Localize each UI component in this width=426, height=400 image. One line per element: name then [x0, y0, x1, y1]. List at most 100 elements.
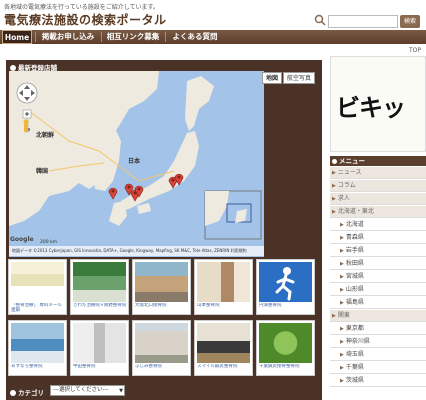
facility-card[interactable]: あすなろ整骨院 — [8, 320, 67, 376]
menu-item-chiba[interactable]: ▶ 千葉県 — [330, 362, 426, 374]
pegman-icon[interactable] — [22, 119, 30, 133]
chevron-right-icon: ▶ — [340, 248, 344, 254]
facility-photo — [135, 262, 188, 302]
menu-item-jobs[interactable]: ▶ 求人 — [330, 193, 426, 205]
facility-name[interactable]: 「整骨治療」 専科メール連鎖 — [11, 303, 65, 314]
facility-photo — [197, 323, 250, 363]
facility-name[interactable]: スマイル鍼灸整骨院 — [197, 364, 251, 375]
category-select-value: ---選択してください--- — [53, 387, 109, 393]
facility-card[interactable]: スマイル鍼灸整骨院 — [194, 320, 253, 376]
menu-item-yamagata[interactable]: ▶ 山形県 — [330, 284, 426, 296]
menu-item-label: 山形県 — [345, 286, 364, 293]
chevron-right-icon: ▶ — [340, 365, 344, 371]
menu-item-label: 宮城県 — [345, 273, 364, 280]
menu-item-iwate[interactable]: ▶ 岩手県 — [330, 245, 426, 257]
menu-item-label: 埼玉県 — [345, 351, 364, 358]
menu-header: メニュー — [330, 156, 426, 166]
map-marker-icon[interactable] — [174, 172, 184, 186]
chevron-right-icon: ▶ — [332, 170, 336, 176]
facility-card[interactable]: 大阪北口接骨院 — [132, 259, 191, 315]
google-logo: Google — [10, 236, 34, 243]
chevron-right-icon: ▶ — [340, 261, 344, 267]
facility-name[interactable]: ふじみ整骨院 — [135, 364, 189, 375]
search-input[interactable] — [328, 15, 398, 28]
nav-home[interactable]: Home — [2, 30, 32, 44]
nav-divider — [101, 32, 102, 42]
satellite-view-button[interactable]: 航空写真 — [283, 72, 315, 84]
nav-divider — [165, 32, 166, 42]
facility-card[interactable]: 千葉鍼灸接骨整骨院 — [256, 320, 315, 376]
facility-photo — [197, 262, 250, 302]
facility-name[interactable]: 大阪北口接骨院 — [135, 303, 189, 314]
page: 各地域の電気療法を行っている施設をご紹介しています。 電気療法施設の検索ポータル… — [0, 0, 426, 400]
menu-item-news[interactable]: ▶ ニュース — [330, 167, 426, 179]
facility-name[interactable]: あすなろ整骨院 — [11, 364, 65, 375]
facility-name[interactable]: 円満整骨院 — [259, 303, 313, 314]
menu-item-hokkaido[interactable]: ▶ 北海道 — [330, 219, 426, 231]
category-label: カテゴリ — [10, 387, 44, 397]
menu-item-tokyo[interactable]: ▶ 東京都 — [330, 323, 426, 335]
search-button[interactable]: 検索 — [400, 15, 420, 28]
facility-card[interactable]: さわだ治療院×南野整骨院 — [70, 259, 129, 315]
bullet-icon — [10, 390, 16, 396]
menu-item-label: 北海道 — [345, 221, 364, 228]
chevron-right-icon: ▶ — [340, 378, 344, 384]
site-title[interactable]: 電気療法施設の検索ポータル — [4, 11, 167, 28]
map-label-korea: 韓国 — [36, 168, 49, 175]
menu-item-hokkaido-tohoku[interactable]: ▶ 北海道・東北 — [330, 206, 426, 218]
menu-item-label: 茨城県 — [345, 377, 364, 384]
chevron-right-icon: ▶ — [340, 326, 344, 332]
nav-faq[interactable]: よくある質問 — [168, 30, 222, 44]
menu-item-kanagawa[interactable]: ▶ 神奈川県 — [330, 336, 426, 348]
top-link[interactable]: TOP — [409, 47, 421, 54]
nav-link-exchange[interactable]: 相互リンク募集 — [104, 30, 162, 44]
facility-card[interactable]: 円満整骨院 — [256, 259, 315, 315]
chevron-right-icon: ▶ — [332, 313, 336, 319]
menu-item-label: 青森県 — [345, 234, 364, 241]
chevron-right-icon: ▶ — [340, 235, 344, 241]
chevron-right-icon: ▶ — [340, 274, 344, 280]
chevron-right-icon: ▶ — [340, 300, 344, 306]
search-icon — [314, 14, 326, 26]
running-figure-icon — [275, 267, 295, 301]
menu-item-label: 福島県 — [345, 299, 364, 306]
chevron-right-icon: ▶ — [340, 222, 344, 228]
facility-card[interactable]: 中田整骨院 — [70, 320, 129, 376]
menu-item-aomori[interactable]: ▶ 青森県 — [330, 232, 426, 244]
menu-item-label: 関東 — [337, 312, 350, 319]
menu-item-label: 東京都 — [345, 325, 364, 332]
chevron-right-icon: ▶ — [332, 209, 336, 215]
nav-application[interactable]: 掲載お申し込み — [38, 30, 98, 44]
facility-card[interactable]: 「整骨治療」 専科メール連鎖 — [8, 259, 67, 315]
banner-text: ビキッ — [336, 94, 406, 122]
menu-item-label: 秋田県 — [345, 260, 364, 267]
nav-divider — [35, 32, 36, 42]
facility-name[interactable]: さわだ治療院×南野整骨院 — [73, 303, 127, 314]
facility-card[interactable]: ふじみ整骨院 — [132, 320, 191, 376]
facility-name[interactable]: 山本整骨院 — [197, 303, 251, 314]
map-label-japan: 日本 — [128, 158, 141, 165]
facility-name[interactable]: 千葉鍼灸接骨整骨院 — [259, 364, 313, 375]
menu-item-column[interactable]: ▶ コラム — [330, 180, 426, 192]
menu-item-label: 求人 — [337, 195, 350, 202]
menu-item-miyagi[interactable]: ▶ 宮城県 — [330, 271, 426, 283]
facility-photo — [135, 323, 188, 363]
chevron-right-icon: ▶ — [332, 183, 336, 189]
facility-photo — [11, 323, 64, 363]
menu-item-akita[interactable]: ▶ 秋田県 — [330, 258, 426, 270]
menu-item-saitama[interactable]: ▶ 埼玉県 — [330, 349, 426, 361]
menu-item-label: ニュース — [337, 169, 362, 176]
menu-item-fukushima[interactable]: ▶ 福島県 — [330, 297, 426, 309]
menu-item-label: コラム — [337, 182, 356, 189]
chevron-down-icon: ▼ — [119, 388, 123, 394]
map-attribution[interactable]: 地図データ ©2013 Cyberjapan, GIS Innovatia, D… — [9, 246, 264, 256]
facility-card[interactable]: 山本整骨院 — [194, 259, 253, 315]
facility-photo — [259, 262, 312, 302]
menu-item-ibaraki[interactable]: ▶ 茨城県 — [330, 375, 426, 387]
menu-item-kanto[interactable]: ▶ 関東 — [330, 310, 426, 322]
map-view-button[interactable]: 地図 — [262, 72, 282, 84]
map-marker-icon[interactable] — [108, 186, 118, 200]
facility-name[interactable]: 中田整骨院 — [73, 364, 127, 375]
category-select[interactable]: ---選択してください--- ▼ — [50, 385, 125, 396]
map-marker-icon[interactable] — [134, 184, 144, 198]
